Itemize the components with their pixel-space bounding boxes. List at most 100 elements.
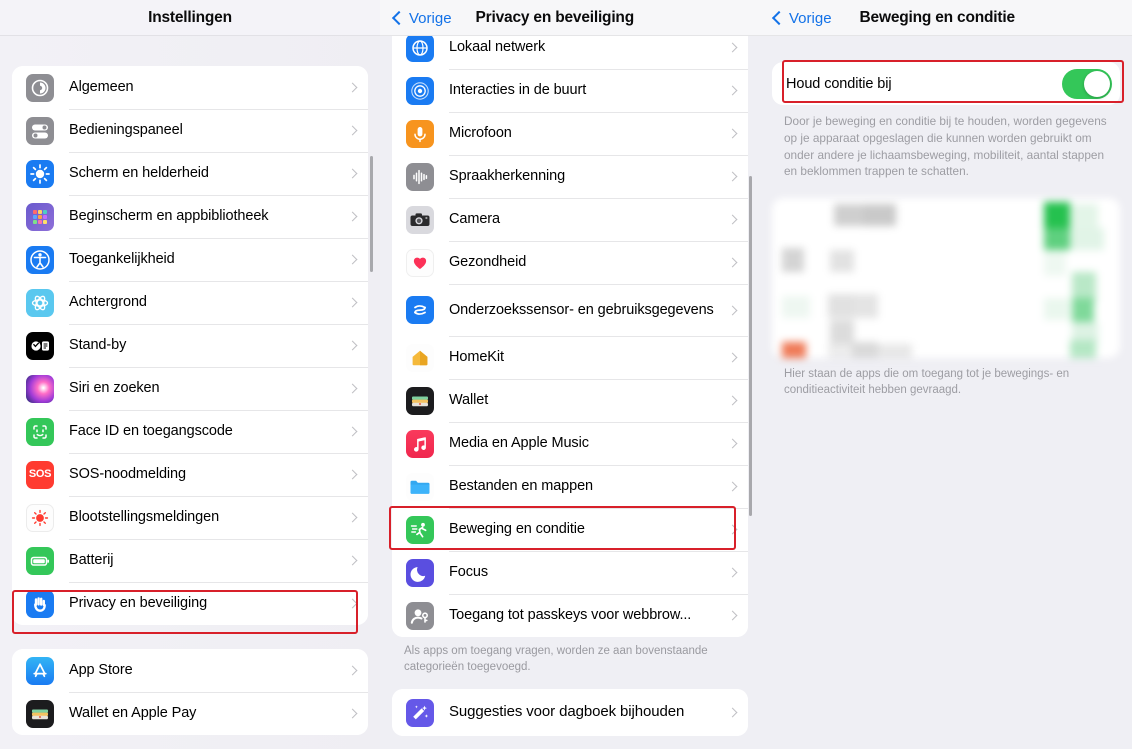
- privacy-hand-icon: [26, 589, 54, 618]
- privacy-item-wallet[interactable]: Wallet: [392, 379, 748, 422]
- privacy-item-label: Wallet: [449, 392, 489, 409]
- exposure-notification-icon: [26, 503, 54, 532]
- gear-icon: [26, 73, 54, 102]
- sos-glyph: SOS: [28, 468, 52, 480]
- privacy-item-media-en-apple-music[interactable]: Media en Apple Music: [392, 422, 748, 465]
- sidebar-item-standby[interactable]: Stand-by: [12, 324, 368, 367]
- camera-icon: [406, 205, 434, 234]
- sidebar-item-sos-noodmelding[interactable]: SOS SOS-noodmelding: [12, 453, 368, 496]
- passkeys-icon: [406, 601, 434, 630]
- privacy-item-suggesties-dagboek[interactable]: Suggesties voor dagboek bijhouden: [392, 689, 748, 737]
- privacy-item-microfoon[interactable]: Microfoon: [392, 112, 748, 155]
- sidebar-item-achtergrond[interactable]: Achtergrond: [12, 281, 368, 324]
- privacy-item-gezondheid[interactable]: Gezondheid: [392, 241, 748, 284]
- local-network-icon: [406, 36, 434, 62]
- privacy-item-focus[interactable]: Focus: [392, 551, 748, 594]
- chevron-right-icon: [347, 340, 358, 351]
- privacy-item-label: Onderzoekssensor- en gebruiksgegevens: [449, 301, 714, 318]
- chevron-right-icon: [347, 469, 358, 480]
- health-heart-icon: [406, 248, 434, 277]
- privacy-item-lokaal-netwerk[interactable]: Lokaal netwerk: [392, 36, 748, 69]
- sidebar-item-toegankelijkheid[interactable]: Toegankelijkheid: [12, 238, 368, 281]
- siri-icon: [26, 374, 54, 403]
- privacy-item-passkeys[interactable]: Toegang tot passkeys voor webbrow...: [392, 594, 748, 637]
- sidebar-item-scherm-en-helderheid[interactable]: Scherm en helderheid: [12, 152, 368, 195]
- app-store-icon: [26, 656, 54, 685]
- privacy-item-interacties-in-de-buurt[interactable]: Interacties in de buurt: [392, 69, 748, 112]
- brightness-icon: [26, 159, 54, 188]
- mosaic-cell: [782, 296, 810, 318]
- chevron-right-icon: [347, 555, 358, 566]
- wallet-icon: [406, 386, 434, 415]
- left-scrollbar[interactable]: [370, 156, 373, 272]
- sidebar-item-face-id[interactable]: Face ID en toegangscode: [12, 410, 368, 453]
- privacy-item-label: Interacties in de buurt: [449, 82, 587, 99]
- sidebar-item-batterij[interactable]: Batterij: [12, 539, 368, 582]
- mosaic-cell: [1070, 204, 1098, 228]
- chevron-right-icon: [347, 708, 358, 719]
- sidebar-item-wallet-apple-pay[interactable]: Wallet en Apple Pay: [12, 692, 368, 735]
- privacy-item-label: Lokaal netwerk: [449, 39, 546, 56]
- fitness-tracking-toggle[interactable]: [1062, 68, 1112, 99]
- sidebar-item-label: Achtergrond: [69, 294, 147, 311]
- control-center-icon: [26, 116, 54, 145]
- microphone-icon: [406, 119, 434, 148]
- sidebar-item-blootstellingsmeldingen[interactable]: Blootstellingsmeldingen: [12, 496, 368, 539]
- chevron-left-icon: [391, 10, 407, 26]
- chevron-right-icon: [727, 171, 738, 182]
- sidebar-item-siri-en-zoeken[interactable]: Siri en zoeken: [12, 367, 368, 410]
- wallpaper-icon: [26, 288, 54, 317]
- sidebar-item-label: Toegankelijkheid: [69, 251, 175, 268]
- right-navbar: Vorige Beweging en conditie: [760, 0, 1132, 36]
- sidebar-item-label: Face ID en toegangscode: [69, 423, 233, 440]
- sidebar-item-app-store[interactable]: App Store: [12, 649, 368, 692]
- chevron-right-icon: [727, 524, 738, 535]
- left-navbar: Instellingen: [0, 0, 380, 36]
- apps-list-note: Hier staan de apps die om toegang tot je…: [784, 368, 1070, 397]
- privacy-item-bestanden-en-mappen[interactable]: Bestanden en mappen: [392, 465, 748, 508]
- sidebar-item-label: Algemeen: [69, 79, 134, 96]
- privacy-group-footnote: Als apps om toegang vragen, worden ze aa…: [404, 645, 708, 673]
- mid-scroll-area[interactable]: Lokaal netwerk Interacties in de buurt M…: [380, 36, 760, 749]
- chevron-right-icon: [727, 707, 738, 718]
- back-button-privacy[interactable]: Vorige: [391, 10, 452, 27]
- privacy-item-camera[interactable]: Camera: [392, 198, 748, 241]
- sidebar-item-privacy-en-beveiliging[interactable]: Privacy en beveiliging: [12, 582, 368, 625]
- speech-recognition-icon: [406, 162, 434, 191]
- chevron-right-icon: [347, 125, 358, 136]
- mosaic-cell: [828, 344, 852, 358]
- chevron-right-icon: [347, 82, 358, 93]
- sidebar-item-bedieningspaneel[interactable]: Bedieningspaneel: [12, 109, 368, 152]
- privacy-item-beweging-en-conditie[interactable]: Beweging en conditie: [392, 508, 748, 551]
- sidebar-item-algemeen[interactable]: Algemeen: [12, 66, 368, 109]
- chevron-left-icon: [771, 10, 787, 26]
- mosaic-cell: [830, 320, 854, 344]
- mosaic-cell: [1044, 298, 1070, 320]
- privacy-item-label: Suggesties voor dagboek bijhouden: [449, 703, 685, 721]
- nearby-interactions-icon: [406, 76, 434, 105]
- chevron-right-icon: [727, 85, 738, 96]
- chevron-right-icon: [727, 257, 738, 268]
- privacy-item-label: Camera: [449, 211, 500, 228]
- privacy-item-onderzoekssensor[interactable]: Onderzoekssensor- en gebruiksgegevens: [392, 284, 748, 336]
- right-scroll-area[interactable]: Houd conditie bij Door je beweging en co…: [760, 36, 1132, 749]
- chevron-right-icon: [347, 598, 358, 609]
- battery-icon: [26, 546, 54, 575]
- sidebar-item-label: Bedieningspaneel: [69, 122, 183, 139]
- settings-root-pane: Instellingen Algemeen Bedieningspaneel S…: [0, 0, 380, 749]
- chevron-right-icon: [727, 438, 738, 449]
- sidebar-item-beginscherm[interactable]: Beginscherm en appbibliotheek: [12, 195, 368, 238]
- files-folder-icon: [406, 472, 434, 501]
- back-button-motion[interactable]: Vorige: [771, 10, 832, 27]
- privacy-item-spraakherkenning[interactable]: Spraakherkenning: [392, 155, 748, 198]
- sidebar-item-label: App Store: [69, 662, 133, 679]
- mid-navbar: Vorige Privacy en beveiliging: [380, 0, 760, 36]
- mid-scrollbar[interactable]: [749, 176, 752, 516]
- privacy-item-homekit[interactable]: HomeKit: [392, 336, 748, 379]
- left-scroll-area[interactable]: Algemeen Bedieningspaneel Scherm en held…: [0, 36, 380, 749]
- chevron-right-icon: [727, 214, 738, 225]
- fitness-tracking-row[interactable]: Houd conditie bij: [772, 62, 1120, 105]
- homekit-icon: [406, 343, 434, 372]
- mosaic-cell: [878, 344, 912, 358]
- sidebar-item-label: Stand-by: [69, 337, 127, 354]
